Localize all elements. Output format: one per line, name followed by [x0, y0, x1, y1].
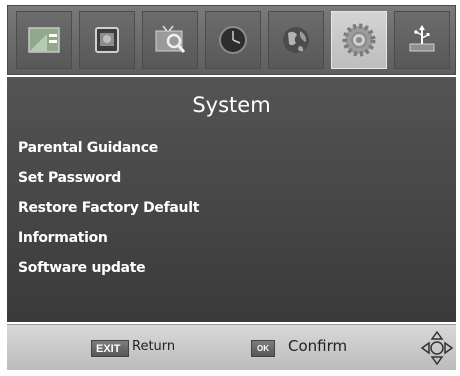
menu-item-information[interactable]: Information — [18, 227, 199, 257]
menu-item-parental-guidance[interactable]: Parental Guidance — [18, 137, 199, 167]
tab-search[interactable] — [142, 11, 198, 69]
picture-icon — [95, 27, 119, 53]
clock-icon — [219, 26, 247, 54]
ok-key-badge[interactable]: OK — [251, 340, 275, 357]
channel-search-icon — [155, 25, 186, 53]
channel-list-icon — [28, 27, 60, 53]
exit-key-badge[interactable]: EXIT — [91, 340, 129, 357]
tab-picture[interactable] — [79, 11, 135, 69]
gear-icon — [342, 23, 376, 57]
tab-time[interactable] — [205, 11, 261, 69]
return-label: Return — [132, 339, 176, 354]
tab-usb[interactable] — [394, 11, 450, 69]
navigation-arrows-icon — [420, 330, 454, 366]
tab-system[interactable] — [331, 11, 387, 69]
globe-icon — [283, 27, 309, 53]
menu-item-restore-factory-default[interactable]: Restore Factory Default — [18, 197, 199, 227]
menu-item-set-password[interactable]: Set Password — [18, 167, 199, 197]
usb-icon — [409, 25, 435, 52]
page-title: System — [192, 93, 271, 117]
menu-item-software-update[interactable]: Software update — [18, 257, 199, 287]
system-menu-panel: System Parental Guidance Set Password Re… — [7, 77, 456, 322]
system-menu-list: Parental Guidance Set Password Restore F… — [18, 137, 199, 287]
help-bar: EXIT Return OK Confirm — [7, 324, 456, 370]
screen: System Parental Guidance Set Password Re… — [0, 0, 460, 376]
tab-language[interactable] — [268, 11, 324, 69]
category-tab-bar — [7, 5, 456, 75]
tab-channel[interactable] — [16, 11, 72, 69]
confirm-label: Confirm — [288, 337, 348, 355]
